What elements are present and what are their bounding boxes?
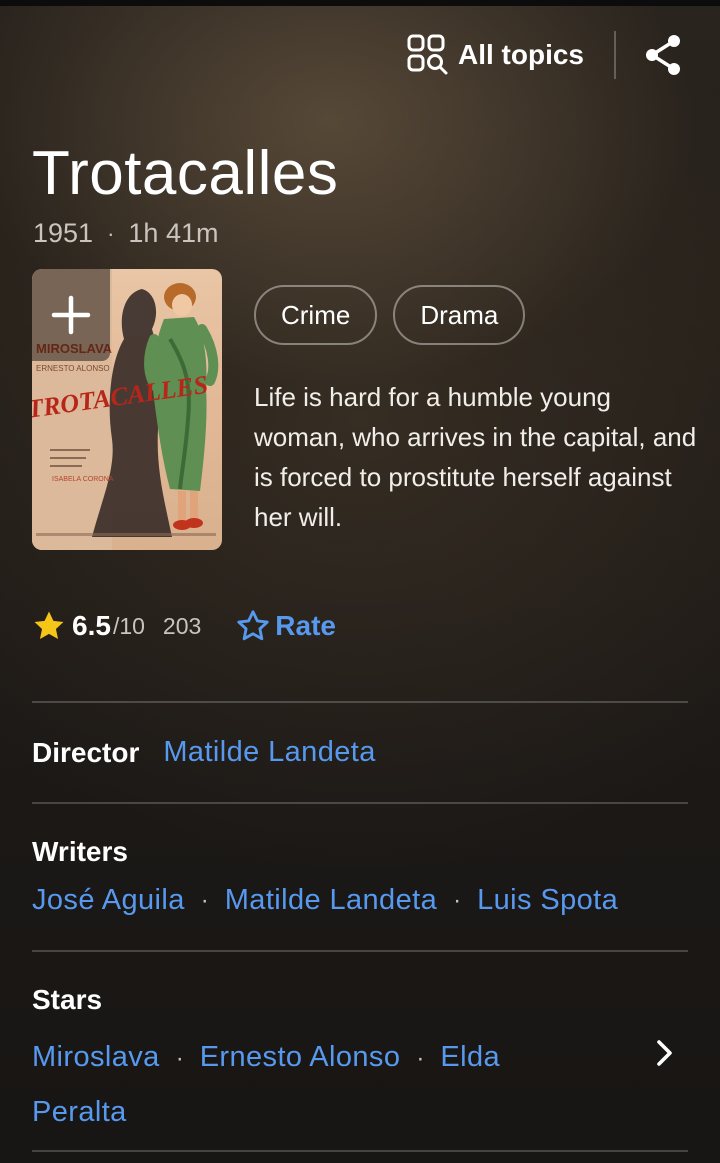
- writers-list: José Aguila · Matilde Landeta · Luis Spo…: [32, 884, 618, 917]
- writer-link[interactable]: Luis Spota: [477, 884, 618, 917]
- star-separator: ·: [416, 1045, 425, 1072]
- plot-summary[interactable]: Life is hard for a humble young woman, w…: [254, 377, 704, 537]
- grid-search-icon: [407, 34, 448, 75]
- release-year: 1951: [33, 218, 94, 248]
- director-link[interactable]: Matilde Landeta: [163, 736, 375, 769]
- star-link[interactable]: Ernesto Alonso: [200, 1041, 401, 1073]
- divider-3: [32, 950, 688, 952]
- rate-label: Rate: [275, 610, 336, 641]
- top-bar: All topics: [406, 30, 684, 80]
- share-button[interactable]: [644, 33, 684, 77]
- rate-button[interactable]: Rate: [235, 608, 336, 644]
- movie-meta: 1951 · 1h 41m: [33, 218, 218, 249]
- status-strip: [0, 0, 720, 6]
- plus-icon: [51, 295, 91, 335]
- stars-list: Miroslava · Ernesto Alonso · Elda Peralta: [32, 1032, 592, 1142]
- genre-chip-crime[interactable]: Crime: [254, 285, 378, 345]
- divider-1: [32, 701, 688, 703]
- rating-row: 6.5 /10 203 Rate: [32, 604, 336, 648]
- meta-separator: ·: [107, 220, 115, 246]
- all-topics-button[interactable]: All topics: [406, 33, 584, 77]
- star-link[interactable]: Miroslava: [32, 1041, 160, 1073]
- chevron-right-icon: [657, 1040, 672, 1066]
- writer-link[interactable]: Matilde Landeta: [225, 884, 437, 917]
- divider-4: [32, 1150, 688, 1152]
- rating-count: 203: [162, 612, 202, 639]
- rating-score: 6.5: [72, 610, 111, 641]
- writer-separator: ·: [453, 886, 462, 914]
- movie-poster[interactable]: MIROSLAVA ERNESTO ALONSO TROTACALLES ISA…: [32, 269, 222, 550]
- writer-link[interactable]: José Aguila: [32, 884, 185, 917]
- star-outline-icon: [237, 610, 269, 641]
- runtime: 1h 41m: [128, 218, 219, 248]
- stars-label: Stars: [32, 984, 103, 1015]
- director-label: Director: [32, 736, 140, 768]
- genre-chip-drama[interactable]: Drama: [393, 285, 526, 345]
- poster-text-isabela: ISABELA CORONA: [52, 476, 114, 483]
- rating-out-of: /10: [112, 612, 145, 639]
- movie-page: All topics Trotacalles 1951 · 1h 41m MIR…: [0, 0, 720, 1163]
- divider-2: [32, 802, 688, 804]
- writer-separator: ·: [200, 886, 209, 914]
- movie-title: Trotacalles: [32, 139, 339, 208]
- share-icon: [646, 35, 680, 75]
- genre-chips: Crime Drama: [254, 285, 526, 345]
- star-separator: ·: [175, 1045, 184, 1072]
- all-topics-label: All topics: [457, 39, 584, 70]
- stars-more-button[interactable]: [650, 1036, 678, 1075]
- director-row: Director Matilde Landeta: [32, 736, 376, 769]
- top-bar-divider: [614, 31, 616, 79]
- star-filled-icon: [34, 611, 64, 640]
- add-to-watchlist-button[interactable]: [32, 269, 110, 361]
- poster-text-ernesto: ERNESTO ALONSO: [36, 364, 110, 373]
- writers-label: Writers: [32, 836, 128, 867]
